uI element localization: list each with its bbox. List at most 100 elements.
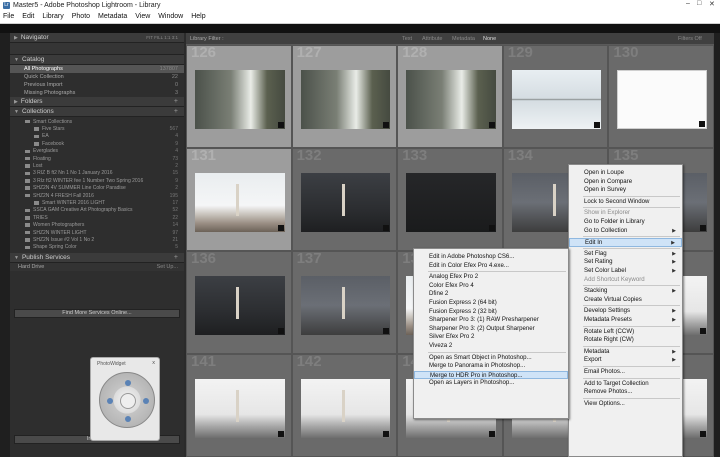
edit-badge-icon[interactable] — [383, 122, 390, 128]
thumbnail-cell[interactable]: 133 — [397, 148, 503, 251]
collection-item[interactable]: Women Photographers 14 — [10, 221, 184, 228]
edit-badge-icon[interactable] — [488, 225, 495, 231]
edit-in-submenu-item[interactable]: Silver Efex Pro 2 — [414, 333, 568, 342]
edit-in-submenu-item[interactable]: Merge to Panorama in Photoshop... — [414, 362, 568, 371]
context-menu-item[interactable]: View Options... — [569, 400, 682, 409]
wheel-center-button[interactable] — [120, 393, 136, 409]
context-menu-item[interactable]: Go to Collection ▶ — [569, 227, 682, 236]
edit-badge-icon[interactable] — [383, 225, 390, 231]
thumbnail-cell[interactable]: 131 — [186, 148, 292, 251]
menu-photo[interactable]: Photo — [72, 13, 90, 20]
navigator-header[interactable]: ▶ Navigator FIT FILL 1:1 3:1 — [10, 33, 184, 43]
edit-badge-icon[interactable] — [488, 431, 495, 437]
photo-thumbnail[interactable] — [195, 379, 285, 438]
photo-thumbnail[interactable] — [300, 70, 391, 129]
thumbnail-cell[interactable]: 136 — [186, 251, 292, 354]
menu-edit[interactable]: Edit — [22, 13, 34, 20]
collection-item[interactable]: SSCA GAM Creative Art Photography Basics… — [10, 207, 184, 214]
wheel-right-icon[interactable] — [143, 398, 149, 404]
context-menu-item[interactable]: Remove Photos... — [569, 388, 682, 397]
right-panel-edge[interactable] — [714, 33, 720, 457]
collection-item[interactable]: Everglades 4 — [10, 148, 184, 155]
wheel-left-icon[interactable] — [107, 398, 113, 404]
menu-file[interactable]: File — [3, 13, 14, 20]
collection-item[interactable]: Facebook 9 — [10, 140, 184, 147]
photo-thumbnail[interactable] — [195, 173, 285, 232]
context-menu-item[interactable]: Create Virtual Copies — [569, 296, 682, 305]
collection-item[interactable]: Five Stars 567 — [10, 125, 184, 132]
thumbnail-cell[interactable]: 141 — [186, 354, 292, 457]
collection-item[interactable]: SHZ2N Issue #2 Vol 1 No 2 21 — [10, 236, 184, 243]
context-menu-item[interactable]: Rotate Left (CCW) — [569, 328, 682, 337]
collection-item[interactable]: SHZ2N 4V SUMMER Line Color Paradise 2 — [10, 185, 184, 192]
control-wheel[interactable] — [99, 372, 155, 428]
collection-item[interactable]: 3 RIZ B ft2 Nn 1 No 1 January 2016 15 — [10, 170, 184, 177]
menu-view[interactable]: View — [135, 13, 150, 20]
edit-in-submenu-item[interactable]: Color Efex Pro 4 — [414, 282, 568, 291]
thumbnail-cell[interactable]: 142 — [291, 354, 398, 457]
edit-in-submenu-item[interactable]: Analog Efex Pro 2 — [414, 273, 568, 282]
widget-close-icon[interactable]: x — [152, 360, 155, 366]
collection-item[interactable]: TRIES 22 — [10, 214, 184, 221]
publish-services-header[interactable]: ▼ Publish Services + — [10, 253, 184, 264]
catalog-header[interactable]: ▼ Catalog — [10, 55, 184, 65]
collection-item[interactable]: SHZ2N WINTER LIGHT 97 — [10, 229, 184, 236]
thumbnail-cell[interactable]: 129 — [502, 45, 609, 148]
context-menu-item[interactable]: Open in Compare — [569, 178, 682, 187]
photo-widget[interactable]: PhotoWidget x — [90, 357, 160, 441]
navigator-preview[interactable] — [10, 43, 184, 55]
edit-in-submenu-item[interactable]: Fusion Express 2 (32 bit) — [414, 308, 568, 317]
left-panel-edge[interactable] — [0, 33, 10, 457]
edit-in-submenu-item[interactable]: Edit in Color Efex Pro 4.exe... — [414, 262, 568, 271]
context-menu-item[interactable]: Open in Loupe — [569, 169, 682, 178]
catalog-item[interactable]: Missing Photographs 3 — [10, 89, 184, 97]
edit-badge-icon[interactable] — [277, 122, 284, 128]
wheel-top-icon[interactable] — [125, 380, 131, 386]
edit-in-submenu-item[interactable]: Fusion Express 2 (64 bit) — [414, 299, 568, 308]
collection-item[interactable]: EA 4 — [10, 133, 184, 140]
filter-tab-none[interactable]: None — [483, 36, 496, 42]
edit-in-submenu-item[interactable]: Sharpener Pro 3: (1) RAW Presharpener — [414, 316, 568, 325]
edit-badge-icon[interactable] — [594, 122, 601, 128]
folders-header[interactable]: ▶ Folders + — [10, 97, 184, 107]
wheel-bottom-icon[interactable] — [125, 416, 131, 422]
catalog-item[interactable]: All Photographs 137807 — [10, 65, 184, 73]
collections-header[interactable]: ▼ Collections + — [10, 107, 184, 117]
edit-badge-icon[interactable] — [277, 431, 284, 437]
edit-badge-icon[interactable] — [488, 122, 495, 128]
hard-drive-service[interactable]: Hard Drive Set Up... — [10, 263, 184, 272]
collection-item[interactable]: 3 RIz ft2 WINTER fee 1 Number Two Spring… — [10, 177, 184, 184]
context-menu-item[interactable]: Stacking ▶ — [569, 287, 682, 296]
context-menu-item[interactable]: Rotate Right (CW) — [569, 336, 682, 345]
maximize-icon[interactable]: □ — [697, 0, 701, 7]
add-service-icon[interactable]: + — [174, 254, 178, 261]
filter-preset[interactable]: Filters Off — [678, 36, 702, 42]
photo-thumbnail[interactable] — [195, 276, 285, 335]
collection-item[interactable]: Lost 2 — [10, 162, 184, 169]
edit-badge-icon[interactable] — [383, 431, 390, 437]
context-menu-item[interactable]: Export ▶ — [569, 356, 682, 365]
context-menu-item[interactable]: Metadata Presets ▶ — [569, 316, 682, 325]
context-menu-item[interactable]: Email Photos... — [569, 368, 682, 377]
minimize-icon[interactable]: – — [686, 0, 690, 7]
edit-in-submenu-item[interactable]: Edit in Adobe Photoshop CS6... — [414, 253, 568, 262]
collection-item[interactable]: Floating 73 — [10, 155, 184, 162]
menu-library[interactable]: Library — [42, 13, 63, 20]
context-menu-item[interactable]: Add to Target Collection — [569, 380, 682, 389]
edit-badge-icon[interactable] — [698, 121, 705, 127]
setup-link[interactable]: Set Up... — [157, 264, 178, 270]
photo-thumbnail[interactable] — [300, 379, 391, 438]
edit-in-submenu-item[interactable]: Open as Layers in Photoshop... — [414, 379, 568, 388]
context-menu-item[interactable]: Develop Settings ▶ — [569, 307, 682, 316]
collection-item[interactable]: Smart Collections — [10, 118, 184, 125]
context-menu-item[interactable]: Go to Folder in Library — [569, 218, 682, 227]
photo-thumbnail[interactable] — [406, 70, 496, 129]
thumbnail-cell[interactable]: 128 — [397, 45, 503, 148]
photo-thumbnail[interactable] — [511, 70, 602, 129]
thumbnail-cell[interactable]: 127 — [291, 45, 398, 148]
filter-tab-attribute[interactable]: Attribute — [422, 36, 442, 42]
close-icon[interactable]: ✕ — [709, 0, 715, 8]
catalog-item[interactable]: Quick Collection 22 — [10, 73, 184, 81]
edit-badge-icon[interactable] — [277, 328, 284, 334]
photo-thumbnail[interactable] — [617, 70, 707, 129]
